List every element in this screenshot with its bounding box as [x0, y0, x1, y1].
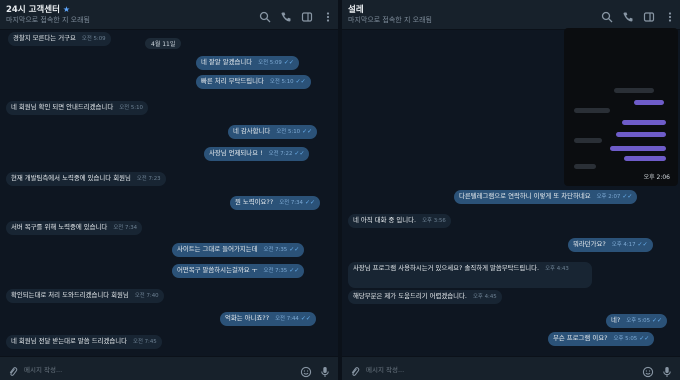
- emoji-icon[interactable]: [642, 363, 654, 378]
- chat-status: 마지막으로 접속한 지 오래됨: [6, 16, 90, 24]
- chat-status: 마지막으로 접속한 지 오래됨: [348, 16, 432, 24]
- chat-header[interactable]: 24시 고객센터 ★ 마지막으로 접속한 지 오래됨: [0, 0, 338, 30]
- message-bubble[interactable]: 무슨 프로그램 이요? 오후 5:05 ✓✓: [548, 332, 655, 346]
- emoji-icon[interactable]: [300, 363, 312, 378]
- message-bubble[interactable]: 사장님 언제되나요 ! 오전 7:22 ✓✓: [204, 147, 310, 161]
- screenshot-bubble: [622, 120, 666, 125]
- message-bubble[interactable]: 억화는 아니죠?? 오전 7:44 ✓✓: [220, 312, 316, 326]
- message-bubble[interactable]: 네 아직 대화 중 입니다. 오후 3:56: [348, 214, 451, 228]
- message-input[interactable]: 메시지 작성...: [366, 364, 404, 374]
- screenshot-bubble: [616, 132, 666, 137]
- date-separator: 4월 11일: [145, 38, 182, 49]
- attach-icon[interactable]: [350, 363, 360, 376]
- message-bubble[interactable]: 네? 오후 5:05 ✓✓: [606, 314, 668, 328]
- screenshot-time: 오후 2:06: [643, 174, 670, 181]
- message-bubble[interactable]: 확인되는대로 처리 도와드리겠습니다 회원님 오전 7:40: [6, 289, 164, 303]
- message-bubble[interactable]: 뭔 노력이요?? 오전 7:34 ✓✓: [230, 196, 321, 210]
- shared-screenshot-image[interactable]: 오후 2:06: [564, 28, 678, 186]
- message-bubble[interactable]: 뭐라던가요? 오후 4:17 ✓✓: [568, 238, 653, 252]
- screenshot-bubble: [574, 164, 596, 169]
- message-bubble[interactable]: 경찰지 모른다는 거구요 오전 5:09: [8, 32, 111, 46]
- phone-icon[interactable]: [622, 8, 634, 22]
- message-bubble[interactable]: 네 감사합니다 오전 5:10 ✓✓: [228, 125, 318, 139]
- more-icon[interactable]: [664, 8, 676, 22]
- screenshot-bubble: [624, 156, 666, 161]
- message-composer: 메시지 작성...: [342, 356, 680, 380]
- verified-star-icon: ★: [62, 5, 71, 14]
- message-bubble[interactable]: 네 잘알 알겠습니다 오전 5:09 ✓✓: [196, 56, 299, 70]
- message-bubble[interactable]: 사장님 프로그램 사용하시는거 있으세요? 솔직하게 말씀부탁드립니다. 오후 4…: [348, 262, 592, 288]
- message-bubble[interactable]: 어떤복구 말씀하시는걸까요 ㅜ 오전 7:35 ✓✓: [172, 264, 305, 278]
- screenshot-bubble: [634, 100, 664, 105]
- message-bubble[interactable]: 다른텔레그램으로 연락하니 이렇게 또 차단하네요 오후 2:07 ✓✓: [454, 190, 638, 204]
- message-bubble[interactable]: 네 회원님 확인 되면 안내드리겠습니다 오전 5:10: [6, 101, 148, 115]
- search-icon[interactable]: [601, 8, 613, 23]
- more-icon[interactable]: [322, 8, 334, 22]
- screenshot-bubble: [614, 88, 654, 93]
- message-bubble[interactable]: 서버 복구를 위해 노력중에 있습니다 오전 7:34: [6, 221, 143, 235]
- mic-icon[interactable]: [320, 363, 330, 377]
- sidebar-icon[interactable]: [643, 8, 655, 22]
- message-bubble[interactable]: 사이트는 그대로 들어가지는데 오전 7:35 ✓✓: [172, 243, 305, 257]
- message-list[interactable]: 경찰지 모른다는 거구요 오전 5:09 4월 11일 네 잘알 알겠습니다 오전 …: [0, 30, 338, 356]
- screenshot-bubble: [574, 108, 610, 113]
- message-bubble[interactable]: 빠른 처리 부탁드립니다 오전 5:10 ✓✓: [196, 75, 311, 89]
- message-composer: 메시지 작성...: [0, 356, 338, 380]
- chat-title[interactable]: 24시 고객센터 ★: [6, 3, 70, 15]
- message-input[interactable]: 메시지 작성...: [24, 364, 62, 374]
- chat-pane-left: 24시 고객센터 ★ 마지막으로 접속한 지 오래됨 경찰지 모른다는 거구요 오전…: [0, 0, 338, 380]
- message-bubble[interactable]: 현재 개발팀측에서 노력중에 있습니다 회원님 오전 7:23: [6, 172, 166, 186]
- message-bubble[interactable]: 해당부분은 제가 도움드리기 어렵겠습니다. 오후 4:45: [348, 290, 502, 304]
- app-window: 24시 고객센터 ★ 마지막으로 접속한 지 오래됨 경찰지 모른다는 거구요 오전…: [0, 0, 680, 380]
- mic-icon[interactable]: [662, 363, 672, 377]
- attach-icon[interactable]: [8, 363, 18, 376]
- message-bubble[interactable]: 네 회원님 전달 받는대로 말씀 드리겠습니다 오전 7:45: [6, 335, 162, 349]
- search-icon[interactable]: [259, 8, 271, 23]
- sidebar-icon[interactable]: [301, 8, 313, 22]
- chat-title[interactable]: 설레: [348, 3, 364, 15]
- chat-header[interactable]: 설레 마지막으로 접속한 지 오래됨: [342, 0, 680, 30]
- screenshot-bubble: [574, 138, 602, 143]
- phone-icon[interactable]: [280, 8, 292, 22]
- screenshot-bubble: [610, 146, 666, 151]
